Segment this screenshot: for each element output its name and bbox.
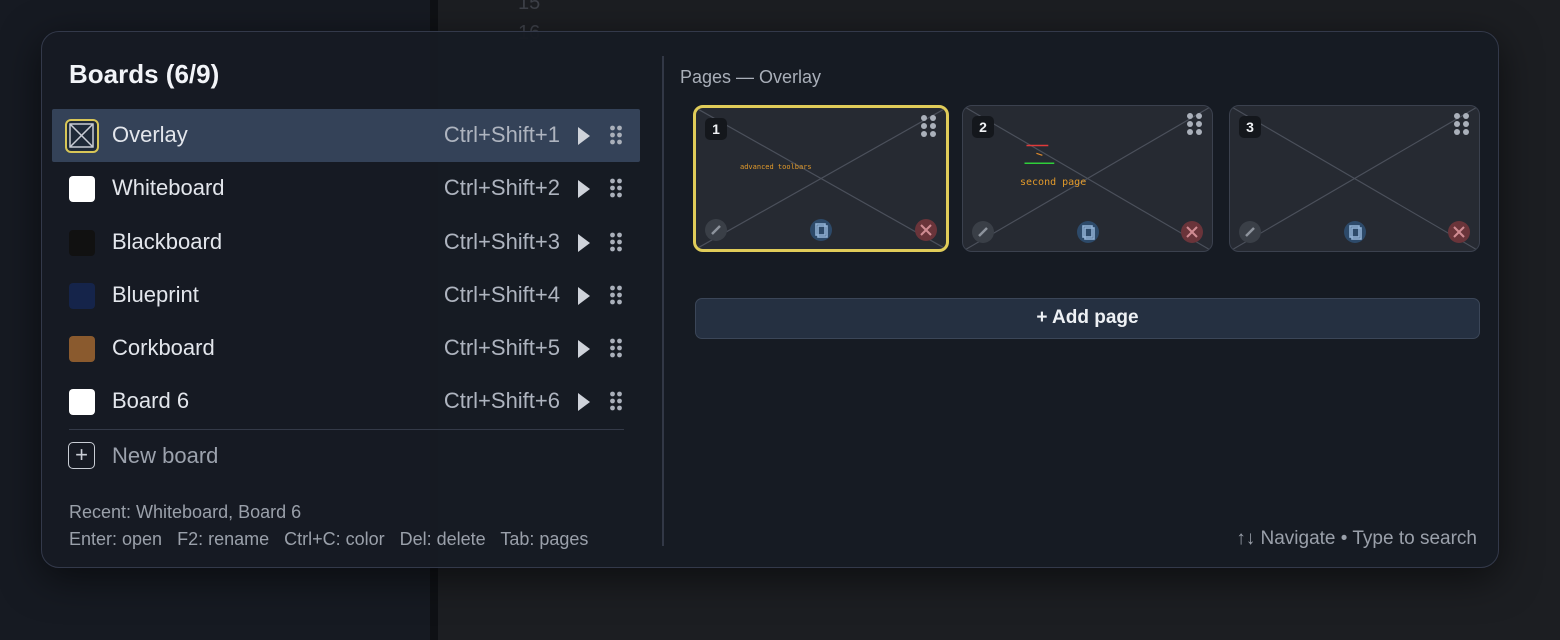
delete-page-button[interactable]	[1181, 221, 1203, 243]
page-card-2[interactable]: second page 2	[962, 105, 1213, 252]
drag-handle-icon[interactable]	[1453, 112, 1471, 136]
color-swatch[interactable]	[69, 176, 95, 203]
board-label: Corkboard	[112, 335, 215, 361]
duplicate-page-button[interactable]	[810, 219, 832, 241]
drag-handle-icon[interactable]	[609, 391, 623, 411]
play-icon[interactable]	[578, 233, 590, 252]
duplicate-icon	[1081, 225, 1095, 240]
drag-handle-icon[interactable]	[609, 338, 623, 358]
drag-handle-icon[interactable]	[609, 232, 623, 252]
board-item-board-6[interactable]: Board 6 Ctrl+Shift+6	[52, 375, 640, 428]
rename-page-button[interactable]	[705, 219, 727, 241]
board-shortcut: Ctrl+Shift+6	[443, 388, 560, 414]
board-shortcut: Ctrl+Shift+3	[443, 228, 560, 254]
drag-handle-icon[interactable]	[609, 178, 623, 198]
board-list: Overlay Ctrl+Shift+1 Whiteboard Ctrl+Shi…	[52, 109, 640, 429]
play-icon[interactable]	[578, 286, 590, 305]
play-icon[interactable]	[578, 340, 590, 359]
board-label: Blackboard	[112, 228, 223, 254]
board-shortcut: Ctrl+Shift+4	[443, 281, 560, 307]
board-item-corkboard[interactable]: Corkboard Ctrl+Shift+5	[52, 322, 640, 375]
board-item-overlay[interactable]: Overlay Ctrl+Shift+1	[52, 109, 640, 163]
color-swatch[interactable]	[69, 229, 95, 256]
drag-handle-icon[interactable]	[609, 285, 623, 305]
board-item-whiteboard[interactable]: Whiteboard Ctrl+Shift+2	[52, 162, 640, 215]
color-swatch[interactable]	[69, 336, 95, 363]
delete-icon	[1186, 226, 1198, 238]
delete-icon	[920, 224, 932, 236]
board-label: Board 6	[112, 388, 190, 414]
rename-icon	[1245, 227, 1255, 237]
pages-heading: Pages — Overlay	[680, 67, 822, 87]
board-shortcut: Ctrl+Shift+1	[443, 122, 560, 147]
duplicate-icon	[815, 223, 828, 238]
boards-title: Boards (6/9)	[69, 59, 220, 89]
page-number: 1	[705, 118, 727, 140]
board-label: Whiteboard	[112, 175, 225, 201]
list-divider	[69, 429, 624, 430]
play-icon[interactable]	[578, 180, 590, 199]
new-board-label: New board	[112, 443, 219, 468]
keyboard-help: Enter: open F2: rename Ctrl+C: color Del…	[69, 529, 589, 549]
board-picker-modal: Boards (6/9) Overlay Ctrl+Shift+1 Whiteb…	[41, 31, 1499, 568]
plus-icon: +	[68, 442, 95, 469]
drag-handle-icon[interactable]	[609, 125, 623, 145]
board-shortcut: Ctrl+Shift+5	[443, 335, 560, 361]
page-card-1[interactable]: advanced toolbars 1	[693, 105, 949, 252]
delete-icon	[1453, 226, 1465, 238]
delete-page-button[interactable]	[915, 219, 937, 241]
page-sketch-text: advanced toolbars	[740, 163, 812, 171]
page-number: 2	[972, 116, 994, 138]
board-item-blueprint[interactable]: Blueprint Ctrl+Shift+4	[52, 269, 640, 322]
play-icon[interactable]	[578, 393, 590, 412]
page-card-3[interactable]: 3	[1229, 105, 1480, 252]
play-icon[interactable]	[578, 127, 590, 145]
board-item-blackboard[interactable]: Blackboard Ctrl+Shift+3	[52, 216, 640, 269]
rename-icon	[711, 225, 721, 235]
color-swatch[interactable]	[69, 389, 95, 416]
delete-page-button[interactable]	[1448, 221, 1470, 243]
duplicate-page-button[interactable]	[1076, 221, 1099, 243]
rename-page-button[interactable]	[1239, 221, 1261, 243]
recent-boards: Recent: Whiteboard, Board 6	[69, 502, 302, 522]
add-page-button[interactable]: + Add page	[695, 298, 1480, 339]
board-label: Overlay	[112, 122, 188, 147]
drag-handle-icon[interactable]	[920, 114, 938, 138]
color-swatch[interactable]	[69, 282, 95, 309]
overlay-board-icon	[65, 119, 99, 153]
duplicate-page-button[interactable]	[1343, 221, 1366, 243]
navigation-hint: ↑↓ Navigate • Type to search	[1236, 528, 1477, 549]
rename-icon	[978, 227, 988, 237]
drag-handle-icon[interactable]	[1186, 112, 1204, 136]
board-label: Blueprint	[112, 281, 199, 307]
panel-divider	[662, 56, 664, 546]
page-number: 3	[1239, 116, 1261, 138]
duplicate-icon	[1348, 225, 1362, 240]
page-sketch-text: second page	[1020, 177, 1087, 188]
rename-page-button[interactable]	[972, 221, 994, 243]
board-shortcut: Ctrl+Shift+2	[443, 175, 560, 201]
background-line-number: 15	[518, 0, 541, 14]
